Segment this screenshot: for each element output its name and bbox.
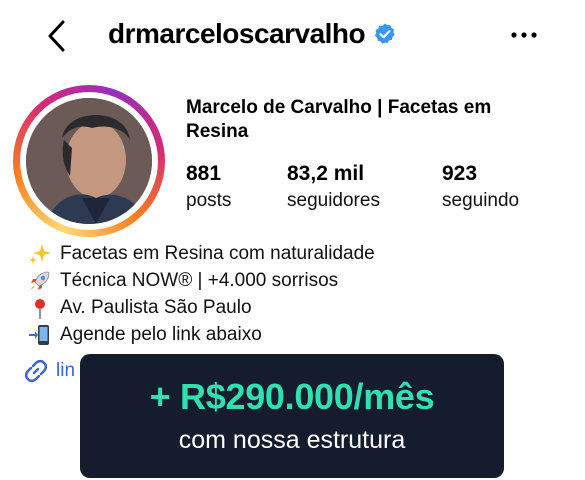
- profile-link[interactable]: lin: [22, 358, 75, 384]
- more-options-button[interactable]: [506, 20, 542, 50]
- promo-subtitle: com nossa estrutura: [178, 426, 406, 454]
- story-ring[interactable]: [13, 85, 165, 237]
- bio: Facetas em Resina com naturalidade Técni…: [26, 240, 546, 348]
- sparkles-icon: [26, 242, 54, 266]
- rocket-icon: [26, 269, 54, 293]
- verified-badge-icon: [375, 23, 395, 44]
- phone-arrow-icon: [26, 323, 54, 347]
- stat-following[interactable]: 923 seguindo: [442, 160, 519, 214]
- promo-overlay: + R$290.000/mês com nossa estrutura: [80, 354, 504, 478]
- bio-line: Av. Paulista São Paulo: [26, 294, 546, 321]
- avatar[interactable]: [26, 98, 152, 224]
- bio-text: Técnica NOW® | +4.000 sorrisos: [60, 269, 339, 291]
- bio-text: Facetas em Resina com naturalidade: [60, 242, 375, 264]
- bio-line: Técnica NOW® | +4.000 sorrisos: [26, 267, 546, 294]
- stat-posts[interactable]: 881 posts: [186, 160, 231, 214]
- stat-value: 881: [186, 162, 222, 185]
- back-button[interactable]: [38, 16, 74, 56]
- username-text: drmarceloscarvalho: [108, 18, 366, 49]
- bio-line: Agende pelo link abaixo: [26, 321, 546, 348]
- promo-amount: + R$290.000/mês: [149, 376, 435, 417]
- bio-text: Agende pelo link abaixo: [60, 323, 262, 345]
- more-horizontal-icon: [511, 32, 537, 38]
- stat-label: seguindo: [442, 190, 520, 211]
- avatar-photo: [26, 98, 152, 224]
- stat-label: posts: [186, 190, 232, 211]
- username-title: drmarceloscarvalho: [108, 18, 397, 50]
- display-name: Marcelo de Carvalho | Facetas em Resina: [186, 97, 492, 142]
- bio-text: Av. Paulista São Paulo: [60, 296, 252, 318]
- link-text[interactable]: lin: [56, 360, 75, 382]
- stat-value: 923: [442, 162, 478, 185]
- profile-header: drmarceloscarvalho: [0, 0, 585, 75]
- link-icon: [24, 359, 48, 383]
- chevron-left-icon: [48, 20, 65, 52]
- bio-line: Facetas em Resina com naturalidade: [26, 240, 546, 267]
- pin-icon: [26, 296, 54, 320]
- stat-label: seguidores: [287, 190, 380, 211]
- stat-value: 83,2 mil: [287, 162, 365, 185]
- stat-followers[interactable]: 83,2 mil seguidores: [287, 160, 380, 214]
